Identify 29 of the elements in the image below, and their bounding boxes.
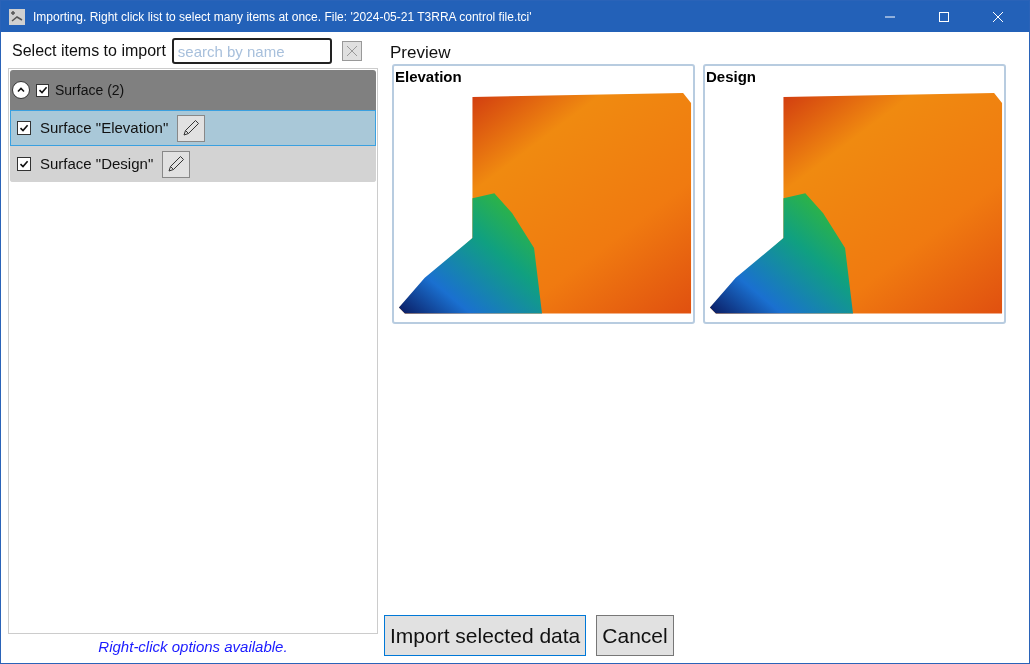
search-field[interactable]: search by name — [171, 38, 332, 64]
list-item[interactable]: Surface "Elevation" — [10, 110, 376, 146]
item-label: Surface "Elevation" — [40, 117, 169, 138]
checkbox[interactable] — [17, 157, 31, 171]
item-label: Surface "Design" — [40, 153, 154, 174]
maximize-icon — [939, 11, 949, 22]
chevron-icon — [16, 85, 26, 95]
group-label: Surface (2) — [55, 80, 125, 100]
collapse-button[interactable] — [12, 81, 30, 99]
card-title: Design — [705, 67, 757, 87]
edit-button[interactable] — [162, 150, 191, 178]
dialog-button[interactable]: Import selected data — [384, 615, 587, 656]
pencil-icon — [181, 118, 202, 138]
group-header[interactable]: Surface (2) — [10, 70, 376, 110]
app-icon — [9, 8, 25, 25]
checkbox[interactable] — [36, 83, 49, 97]
close-icon — [345, 45, 358, 57]
hint-text: Right-click options available. — [98, 636, 288, 657]
list-item[interactable]: Surface "Design" — [10, 146, 376, 182]
edit-button[interactable] — [177, 114, 206, 142]
close-icon — [993, 11, 1003, 22]
window-title: Importing. Right click list to select many items at once. File: '2024-05-21 T3RRA control file.tci' — [33, 8, 533, 26]
panel-title: Select items to import — [12, 41, 166, 61]
checkbox[interactable] — [17, 121, 31, 135]
clear-search-button[interactable] — [341, 41, 362, 61]
dialog-button[interactable]: Cancel — [596, 615, 674, 656]
preview-title: Preview — [390, 42, 452, 64]
pencil-icon — [166, 154, 187, 174]
card-title: Elevation — [394, 67, 463, 87]
